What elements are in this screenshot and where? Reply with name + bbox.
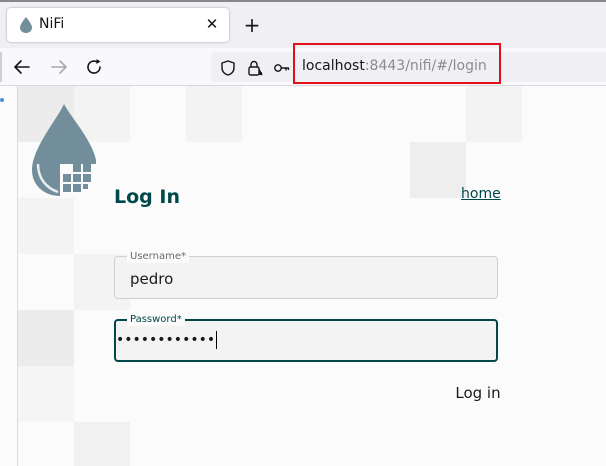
background-tile [18,366,74,422]
background-tile [410,142,466,198]
nifi-login-page: Log In home Username* pedro Password* ••… [0,86,606,466]
password-input[interactable]: •••••••••••• [116,331,218,349]
tab-strip: NiFi ✕ + [0,0,606,48]
background-tile [186,86,242,142]
tracking-shield-icon[interactable] [219,59,237,77]
background-tile [18,310,74,366]
tab-nifi[interactable]: NiFi ✕ [7,8,229,42]
lock-slash-icon[interactable] [245,59,263,77]
username-label: Username* [127,251,189,263]
back-arrow-icon[interactable] [10,55,34,79]
home-link[interactable]: home [461,186,501,202]
password-field[interactable]: Password* •••••••••••• [114,314,498,362]
password-label: Password* [127,314,185,326]
username-input[interactable]: pedro [130,270,173,288]
sidebar-edge [0,52,2,82]
nifi-logo [28,104,100,200]
background-tile [466,86,522,142]
forward-arrow-icon[interactable] [47,55,71,79]
background-tile [74,422,130,466]
text-caret [216,331,218,349]
new-tab-button[interactable]: + [241,14,263,36]
key-icon[interactable] [273,59,291,77]
password-mask: •••••••••••• [116,332,216,348]
reload-icon[interactable] [82,55,106,79]
url-highlight-box [293,43,501,84]
background-tile [18,198,74,254]
username-field[interactable]: Username* pedro [114,251,498,299]
browser-window: NiFi ✕ + localhost:8443/nifi/#/login Log… [0,0,606,466]
login-button[interactable]: Log in [448,382,508,404]
nifi-drop-icon [19,17,33,33]
tab-title: NiFi [39,16,65,32]
close-icon[interactable]: ✕ [203,14,221,34]
sidebar-indicator [0,98,4,102]
page-title: Log In [114,186,180,208]
